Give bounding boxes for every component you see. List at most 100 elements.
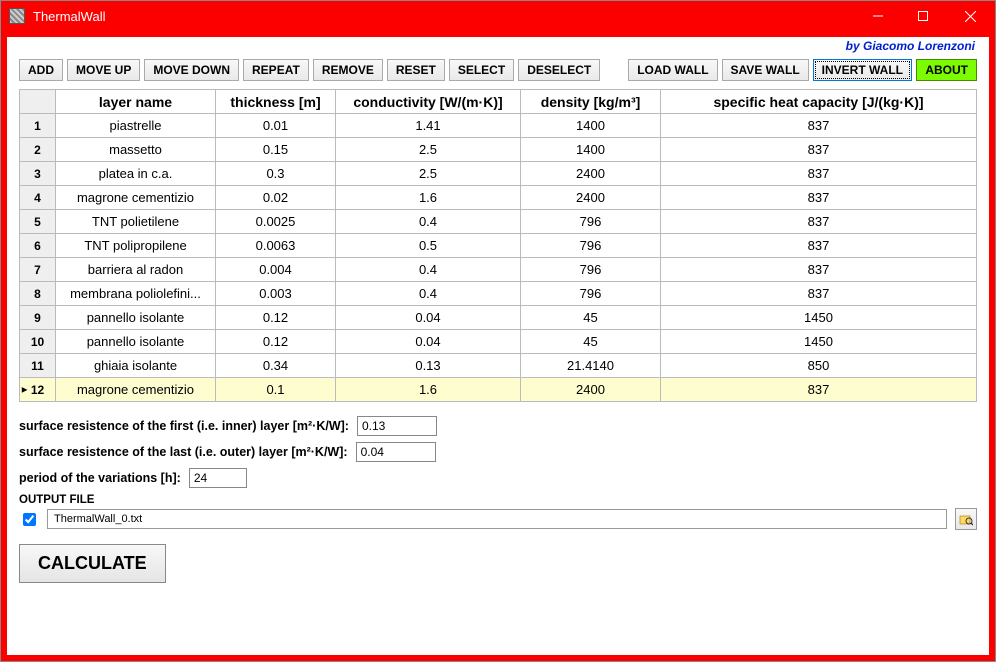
add-button[interactable]: ADD [19, 59, 63, 81]
cell-conductivity[interactable]: 0.4 [336, 282, 521, 306]
cell-shc[interactable]: 1450 [661, 306, 977, 330]
cell-conductivity[interactable]: 2.5 [336, 138, 521, 162]
titlebar[interactable]: ThermalWall [1, 1, 995, 31]
cell-density[interactable]: 1400 [521, 138, 661, 162]
cell-shc[interactable]: 1450 [661, 330, 977, 354]
row-header[interactable]: 6 [20, 234, 56, 258]
cell-density[interactable]: 2400 [521, 162, 661, 186]
header-layer-name[interactable]: layer name [56, 90, 216, 114]
header-shc[interactable]: specific heat capacity [J/(kg·K)] [661, 90, 977, 114]
select-button[interactable]: SELECT [449, 59, 514, 81]
load-wall-button[interactable]: LOAD WALL [628, 59, 717, 81]
about-button[interactable]: ABOUT [916, 59, 977, 81]
row-header[interactable]: 7 [20, 258, 56, 282]
row-header[interactable]: 10 [20, 330, 56, 354]
cell-name[interactable]: pannello isolante [56, 306, 216, 330]
table-row[interactable]: 8membrana poliolefini...0.0030.4796837 [20, 282, 977, 306]
cell-thickness[interactable]: 0.003 [216, 282, 336, 306]
cell-density[interactable]: 796 [521, 234, 661, 258]
move-up-button[interactable]: MOVE UP [67, 59, 140, 81]
cell-name[interactable]: ghiaia isolante [56, 354, 216, 378]
period-input[interactable] [189, 468, 247, 488]
table-row[interactable]: 3platea in c.a.0.32.52400837 [20, 162, 977, 186]
row-header[interactable]: 5 [20, 210, 56, 234]
row-header[interactable]: 8 [20, 282, 56, 306]
cell-conductivity[interactable]: 0.13 [336, 354, 521, 378]
cell-thickness[interactable]: 0.12 [216, 330, 336, 354]
cell-name[interactable]: TNT polipropilene [56, 234, 216, 258]
cell-density[interactable]: 1400 [521, 114, 661, 138]
cell-shc[interactable]: 837 [661, 378, 977, 402]
output-file-checkbox[interactable] [23, 513, 36, 526]
cell-shc[interactable]: 850 [661, 354, 977, 378]
header-thickness[interactable]: thickness [m] [216, 90, 336, 114]
row-header[interactable]: 3 [20, 162, 56, 186]
move-down-button[interactable]: MOVE DOWN [144, 59, 239, 81]
outer-res-input[interactable] [356, 442, 436, 462]
row-header[interactable]: 2 [20, 138, 56, 162]
table-row[interactable]: 2massetto0.152.51400837 [20, 138, 977, 162]
minimize-button[interactable] [855, 1, 900, 31]
cell-density[interactable]: 21.4140 [521, 354, 661, 378]
output-file-input[interactable] [47, 509, 947, 529]
cell-density[interactable]: 796 [521, 258, 661, 282]
row-header[interactable]: 1 [20, 114, 56, 138]
row-header[interactable]: 4 [20, 186, 56, 210]
cell-shc[interactable]: 837 [661, 114, 977, 138]
cell-conductivity[interactable]: 0.5 [336, 234, 521, 258]
table-row[interactable]: 6TNT polipropilene0.00630.5796837 [20, 234, 977, 258]
cell-conductivity[interactable]: 0.04 [336, 330, 521, 354]
cell-density[interactable]: 45 [521, 306, 661, 330]
cell-shc[interactable]: 837 [661, 282, 977, 306]
cell-thickness[interactable]: 0.34 [216, 354, 336, 378]
browse-button[interactable] [955, 508, 977, 530]
cell-thickness[interactable]: 0.02 [216, 186, 336, 210]
inner-res-input[interactable] [357, 416, 437, 436]
cell-thickness[interactable]: 0.01 [216, 114, 336, 138]
cell-conductivity[interactable]: 0.4 [336, 258, 521, 282]
cell-density[interactable]: 796 [521, 210, 661, 234]
table-row[interactable]: 10pannello isolante0.120.04451450 [20, 330, 977, 354]
header-conductivity[interactable]: conductivity [W/(m·K)] [336, 90, 521, 114]
deselect-button[interactable]: DESELECT [518, 59, 600, 81]
table-row[interactable]: 4magrone cementizio0.021.62400837 [20, 186, 977, 210]
table-row[interactable]: 11ghiaia isolante0.340.1321.4140850 [20, 354, 977, 378]
cell-name[interactable]: platea in c.a. [56, 162, 216, 186]
cell-shc[interactable]: 837 [661, 234, 977, 258]
cell-name[interactable]: TNT polietilene [56, 210, 216, 234]
cell-name[interactable]: piastrelle [56, 114, 216, 138]
save-wall-button[interactable]: SAVE WALL [722, 59, 809, 81]
reset-button[interactable]: RESET [387, 59, 445, 81]
cell-shc[interactable]: 837 [661, 138, 977, 162]
cell-shc[interactable]: 837 [661, 258, 977, 282]
cell-name[interactable]: pannello isolante [56, 330, 216, 354]
row-header[interactable]: 11 [20, 354, 56, 378]
table-row[interactable]: 1piastrelle0.011.411400837 [20, 114, 977, 138]
invert-wall-button[interactable]: INVERT WALL [813, 59, 912, 81]
row-header[interactable]: ▸12 [20, 378, 56, 402]
cell-density[interactable]: 796 [521, 282, 661, 306]
remove-button[interactable]: REMOVE [313, 59, 383, 81]
table-row[interactable]: 7barriera al radon0.0040.4796837 [20, 258, 977, 282]
header-density[interactable]: density [kg/m³] [521, 90, 661, 114]
cell-name[interactable]: massetto [56, 138, 216, 162]
calculate-button[interactable]: CALCULATE [19, 544, 166, 583]
cell-thickness[interactable]: 0.1 [216, 378, 336, 402]
cell-density[interactable]: 2400 [521, 186, 661, 210]
cell-thickness[interactable]: 0.3 [216, 162, 336, 186]
cell-shc[interactable]: 837 [661, 186, 977, 210]
cell-shc[interactable]: 837 [661, 210, 977, 234]
row-header[interactable]: 9 [20, 306, 56, 330]
cell-name[interactable]: magrone cementizio [56, 378, 216, 402]
cell-shc[interactable]: 837 [661, 162, 977, 186]
corner-cell[interactable] [20, 90, 56, 114]
cell-conductivity[interactable]: 1.6 [336, 186, 521, 210]
cell-thickness[interactable]: 0.004 [216, 258, 336, 282]
cell-conductivity[interactable]: 1.6 [336, 378, 521, 402]
maximize-button[interactable] [900, 1, 945, 31]
cell-thickness[interactable]: 0.0063 [216, 234, 336, 258]
close-button[interactable] [945, 1, 995, 31]
layers-table[interactable]: layer name thickness [m] conductivity [W… [19, 89, 977, 402]
table-row[interactable]: 5TNT polietilene0.00250.4796837 [20, 210, 977, 234]
cell-name[interactable]: magrone cementizio [56, 186, 216, 210]
